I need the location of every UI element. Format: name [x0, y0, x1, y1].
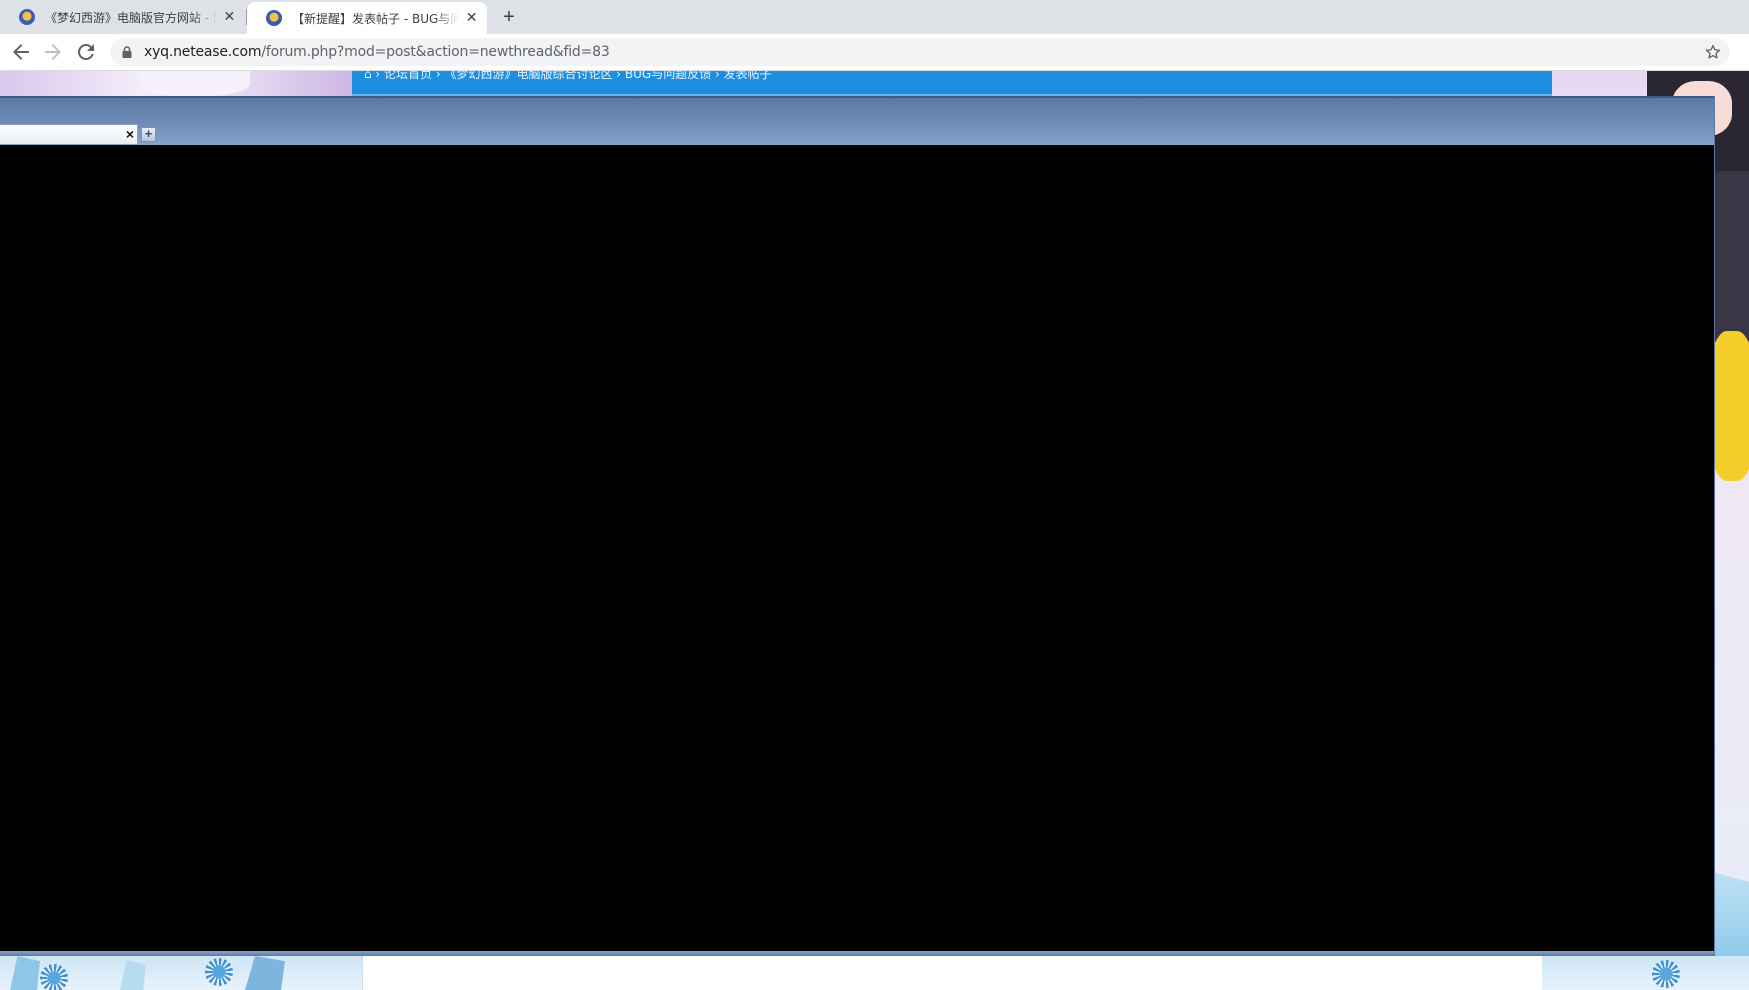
overlay-header: × + — [0, 96, 1714, 147]
back-button[interactable] — [9, 40, 33, 64]
close-icon[interactable]: ✕ — [464, 10, 479, 26]
reload-icon — [77, 43, 94, 60]
flower-decoration — [40, 964, 68, 990]
add-tab-button[interactable]: + — [141, 127, 156, 142]
footer-decoration-right — [1542, 956, 1749, 990]
crystal-decoration — [245, 956, 285, 990]
reload-button[interactable] — [74, 40, 98, 64]
editor-overlay-window: × + — [0, 96, 1715, 956]
crystal-decoration — [10, 956, 40, 990]
url-host: xyq.netease.com — [144, 44, 262, 60]
header-decoration-left — [0, 71, 352, 97]
forum-nav-bar: ⌂ › 论坛首页 › 《梦幻西游》电脑版综合讨论区 › BUG与问题反馈 › 发… — [352, 71, 1552, 97]
breadcrumb[interactable]: ⌂ › 论坛首页 › 《梦幻西游》电脑版综合讨论区 › BUG与问题反馈 › 发… — [364, 71, 772, 82]
flower-decoration — [205, 958, 233, 986]
overlay-tab[interactable]: × — [0, 124, 138, 145]
forward-arrow-icon — [45, 44, 61, 60]
tab-title: 【新提醒】发表帖子 - BUG与问题 — [292, 11, 461, 26]
browser-tab-strip: 《梦幻西游》电脑版官方网站 - 网 ✕ 【新提醒】发表帖子 - BUG与问题 ✕… — [0, 0, 1749, 34]
footer-decoration-left — [0, 956, 362, 990]
new-tab-button[interactable]: + — [498, 6, 520, 28]
footer-content-area — [362, 956, 1543, 990]
back-arrow-icon — [13, 44, 29, 60]
close-icon[interactable]: ✕ — [222, 9, 237, 25]
character-art — [140, 71, 250, 97]
url-path: /forum.php?mod=post&action=newthread&fid… — [261, 44, 610, 60]
address-bar[interactable]: xyq.netease.com/forum.php?mod=post&actio… — [110, 38, 1730, 66]
url-text: xyq.netease.com/forum.php?mod=post&actio… — [144, 44, 610, 60]
browser-tab-2[interactable]: 【新提醒】发表帖子 - BUG与问题 ✕ — [247, 2, 487, 34]
game-logo-icon — [266, 10, 282, 26]
page-viewport: ⌂ › 论坛首页 › 《梦幻西游》电脑版综合讨论区 › BUG与问题反馈 › 发… — [0, 71, 1749, 990]
browser-toolbar: xyq.netease.com/forum.php?mod=post&actio… — [0, 34, 1749, 71]
plus-icon: + — [144, 126, 153, 141]
overlay-content-area[interactable] — [0, 145, 1714, 951]
game-logo-icon — [19, 9, 35, 25]
browser-tab-1[interactable]: 《梦幻西游》电脑版官方网站 - 网 ✕ — [0, 0, 245, 34]
star-icon[interactable] — [1704, 43, 1722, 61]
close-icon[interactable]: × — [126, 127, 134, 142]
plus-icon: + — [503, 6, 515, 28]
crystal-decoration — [120, 960, 146, 990]
tab-title: 《梦幻西游》电脑版官方网站 - 网 — [45, 10, 218, 25]
forward-button[interactable] — [41, 40, 65, 64]
lock-icon — [122, 46, 132, 58]
flower-decoration — [1652, 960, 1680, 988]
